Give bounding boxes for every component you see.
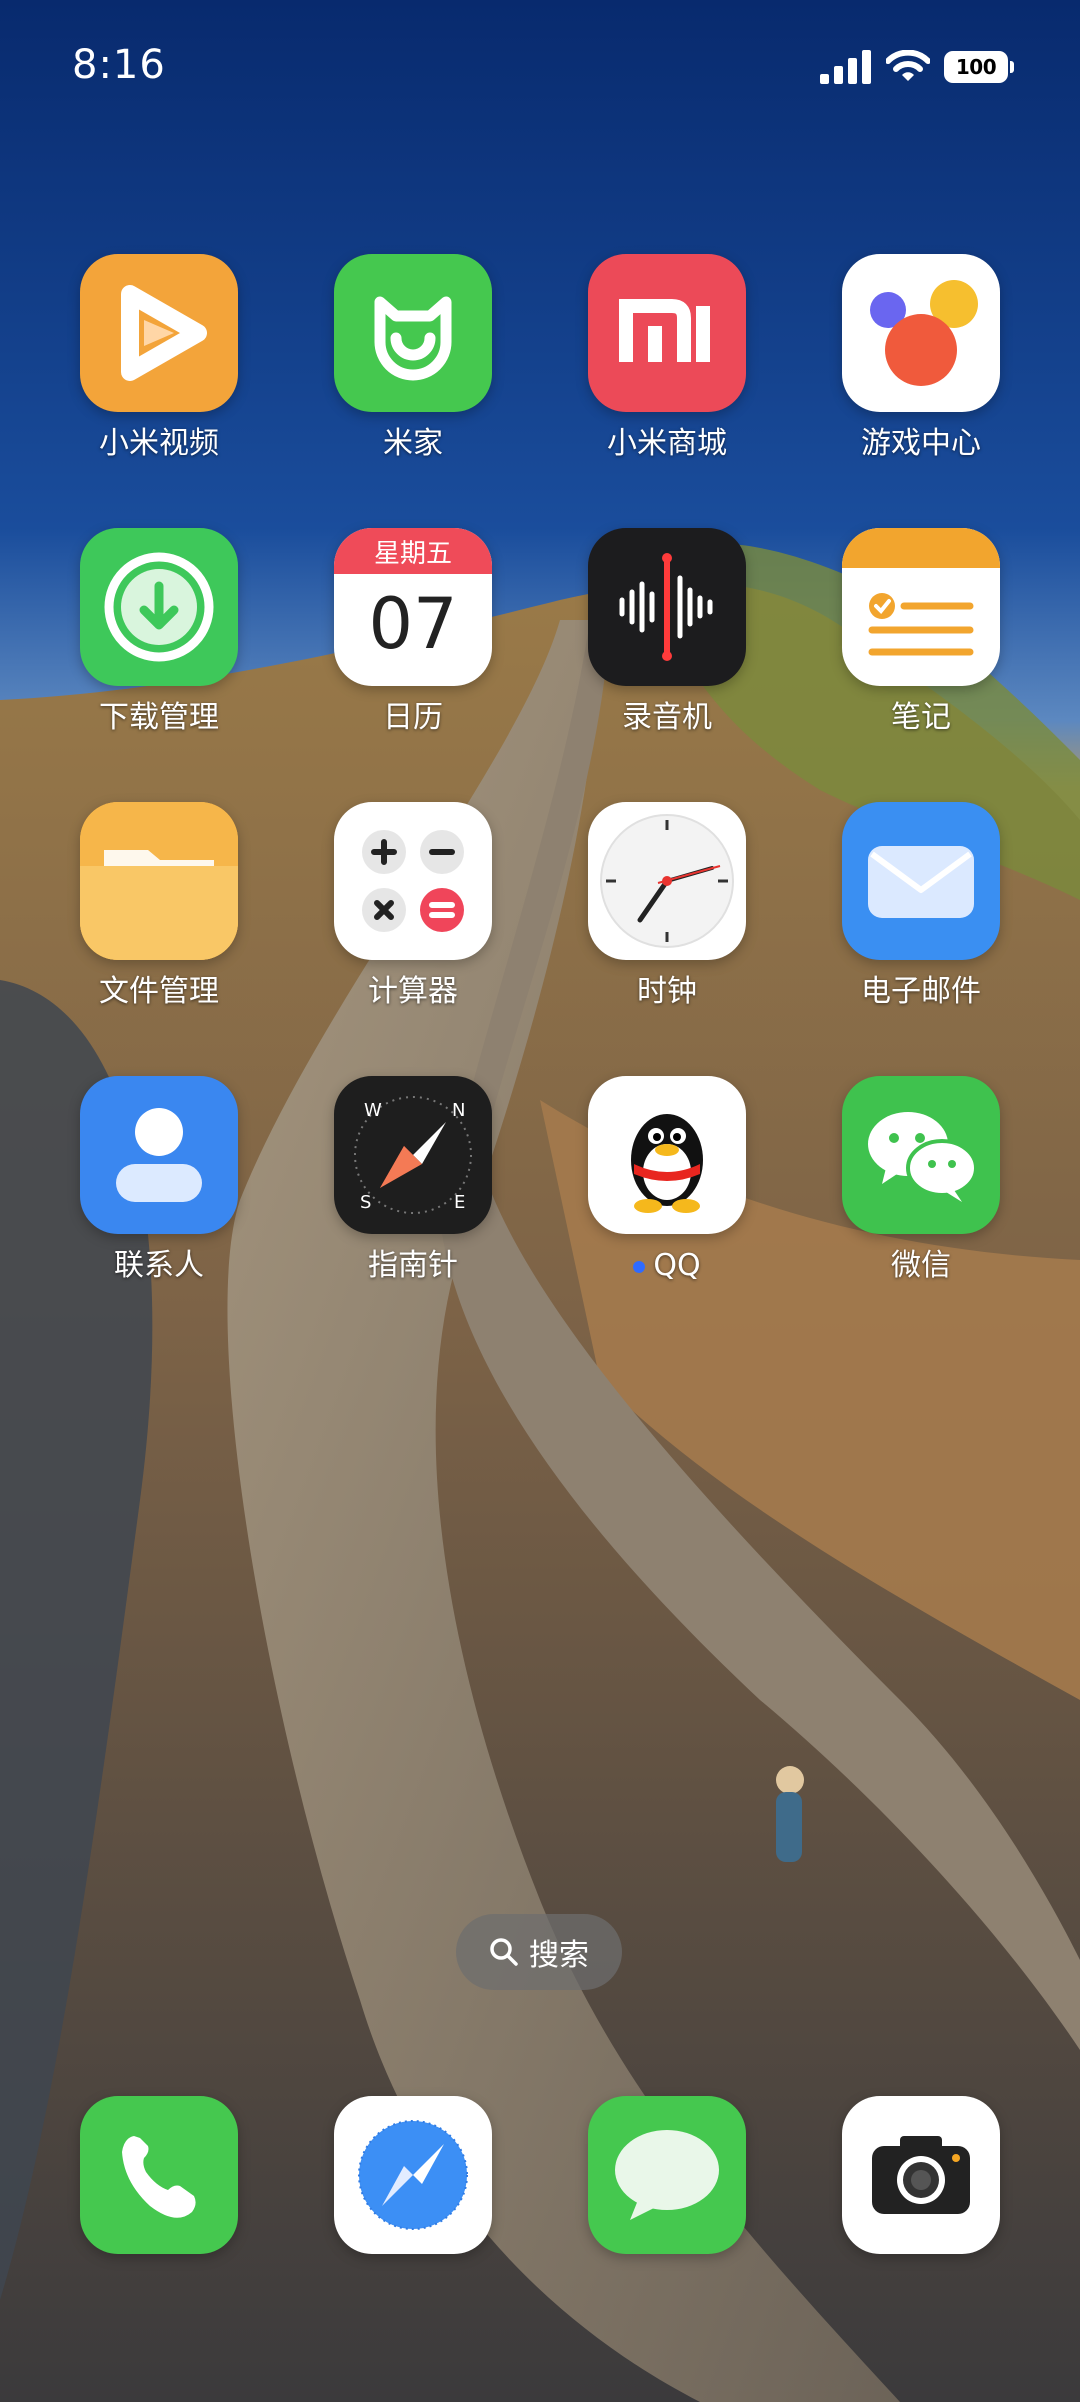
status-icons: 100	[820, 50, 1014, 84]
mi-home-icon	[334, 254, 492, 412]
app-label: 时钟	[637, 974, 697, 1009]
app-label: QQ	[653, 1248, 701, 1283]
app-label: 录音机	[622, 700, 712, 735]
app-qq[interactable]: QQ	[557, 1076, 777, 1316]
app-label: 指南针	[368, 1248, 458, 1283]
mi-video-icon	[80, 254, 238, 412]
calculator-icon	[334, 802, 492, 960]
wechat-icon	[842, 1076, 1000, 1234]
app-contacts[interactable]: 联系人	[49, 1076, 269, 1316]
app-label: 游戏中心	[861, 426, 981, 461]
calendar-weekday: 星期五	[334, 528, 492, 574]
game-center-icon	[842, 254, 1000, 412]
svg-text:N: N	[452, 1100, 465, 1121]
qq-penguin-icon	[588, 1076, 746, 1234]
app-clock[interactable]: 时钟	[557, 802, 777, 1042]
app-label: 计算器	[368, 974, 458, 1009]
app-label-row: QQ	[633, 1248, 701, 1284]
app-recorder[interactable]: 录音机	[557, 528, 777, 768]
app-label: 日历	[383, 700, 443, 735]
app-wechat[interactable]: 微信	[811, 1076, 1031, 1316]
svg-text:S: S	[360, 1192, 371, 1213]
app-label: 文件管理	[99, 974, 219, 1009]
app-game-center[interactable]: 游戏中心	[811, 254, 1031, 494]
calendar-icon: 星期五 07	[334, 528, 492, 686]
cellular-signal-icon	[820, 50, 871, 84]
messages-icon	[588, 2096, 746, 2254]
svg-text:W: W	[364, 1100, 382, 1121]
recorder-icon	[588, 528, 746, 686]
svg-text:E: E	[454, 1192, 465, 1213]
search-icon	[490, 1938, 518, 1966]
browser-compass-icon	[334, 2096, 492, 2254]
app-label: 米家	[383, 426, 443, 461]
dock-browser[interactable]	[303, 2096, 523, 2256]
app-label: 微信	[891, 1248, 951, 1283]
app-calendar[interactable]: 星期五 07 日历	[303, 528, 523, 768]
app-file-manager[interactable]: 文件管理	[49, 802, 269, 1042]
app-mi-video[interactable]: 小米视频	[49, 254, 269, 494]
wifi-icon	[886, 50, 930, 81]
app-label: 小米商城	[607, 426, 727, 461]
app-notes[interactable]: 笔记	[811, 528, 1031, 768]
app-label: 下载管理	[99, 700, 219, 735]
app-compass[interactable]: W N S E 指南针	[303, 1076, 523, 1316]
battery-indicator: 100	[944, 51, 1014, 83]
mi-store-icon	[588, 254, 746, 412]
clock-icon	[588, 802, 746, 960]
search-label: 搜索	[529, 1938, 589, 1973]
app-calculator[interactable]: 计算器	[303, 802, 523, 1042]
camera-icon	[842, 2096, 1000, 2254]
app-label: 电子邮件	[861, 974, 981, 1009]
app-downloads[interactable]: 下载管理	[49, 528, 269, 768]
phone-icon	[80, 2096, 238, 2254]
folder-icon	[80, 802, 238, 960]
download-icon	[80, 528, 238, 686]
contacts-icon	[80, 1076, 238, 1234]
app-label: 笔记	[891, 700, 951, 735]
mail-icon	[842, 802, 1000, 960]
notes-icon	[842, 528, 1000, 686]
new-install-dot	[633, 1260, 646, 1273]
app-email[interactable]: 电子邮件	[811, 802, 1031, 1042]
app-label: 联系人	[114, 1248, 204, 1283]
dock-camera[interactable]	[811, 2096, 1031, 2256]
app-mi-home[interactable]: 米家	[303, 254, 523, 494]
status-bar: 8:16 100	[0, 0, 1080, 140]
dock-phone[interactable]	[49, 2096, 269, 2256]
compass-icon: W N S E	[334, 1076, 492, 1234]
search-button[interactable]: 搜索	[456, 1914, 622, 1990]
status-time: 8:16	[72, 42, 166, 88]
calendar-day: 07	[368, 583, 458, 665]
app-label: 小米视频	[99, 426, 219, 461]
app-mi-store[interactable]: 小米商城	[557, 254, 777, 494]
dock-messages[interactable]	[557, 2096, 777, 2256]
